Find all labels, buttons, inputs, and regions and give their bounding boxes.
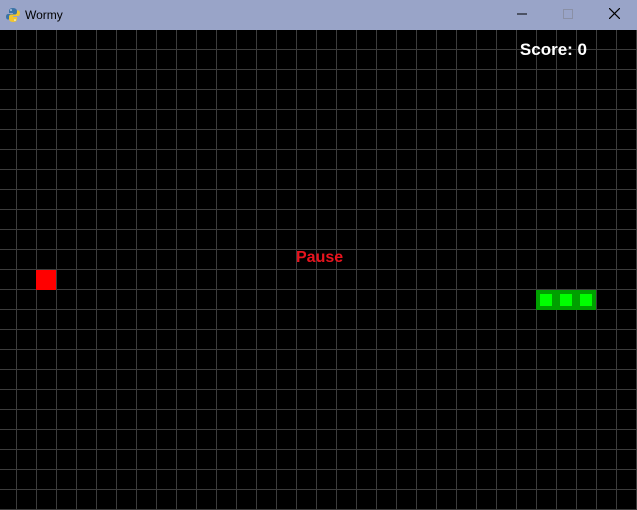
minimize-icon [517,6,527,24]
maximize-icon [563,6,573,24]
game-canvas[interactable]: Score: 0 Pause [0,30,637,510]
worm-segment-tail [536,290,556,310]
close-button[interactable] [591,0,637,30]
close-icon [608,6,620,24]
pause-label: Pause [296,249,344,266]
game-window: Wormy Score: 0 Pause [0,0,637,510]
window-title: Wormy [25,8,63,22]
title-bar[interactable]: Wormy [0,0,637,30]
python-snake-icon [5,7,21,23]
score-label: Score: 0 [519,40,587,59]
minimize-button[interactable] [499,0,545,30]
worm-segment-head [576,290,596,310]
apple [36,270,56,290]
worm-segment-body [556,290,576,310]
maximize-button[interactable] [545,0,591,30]
